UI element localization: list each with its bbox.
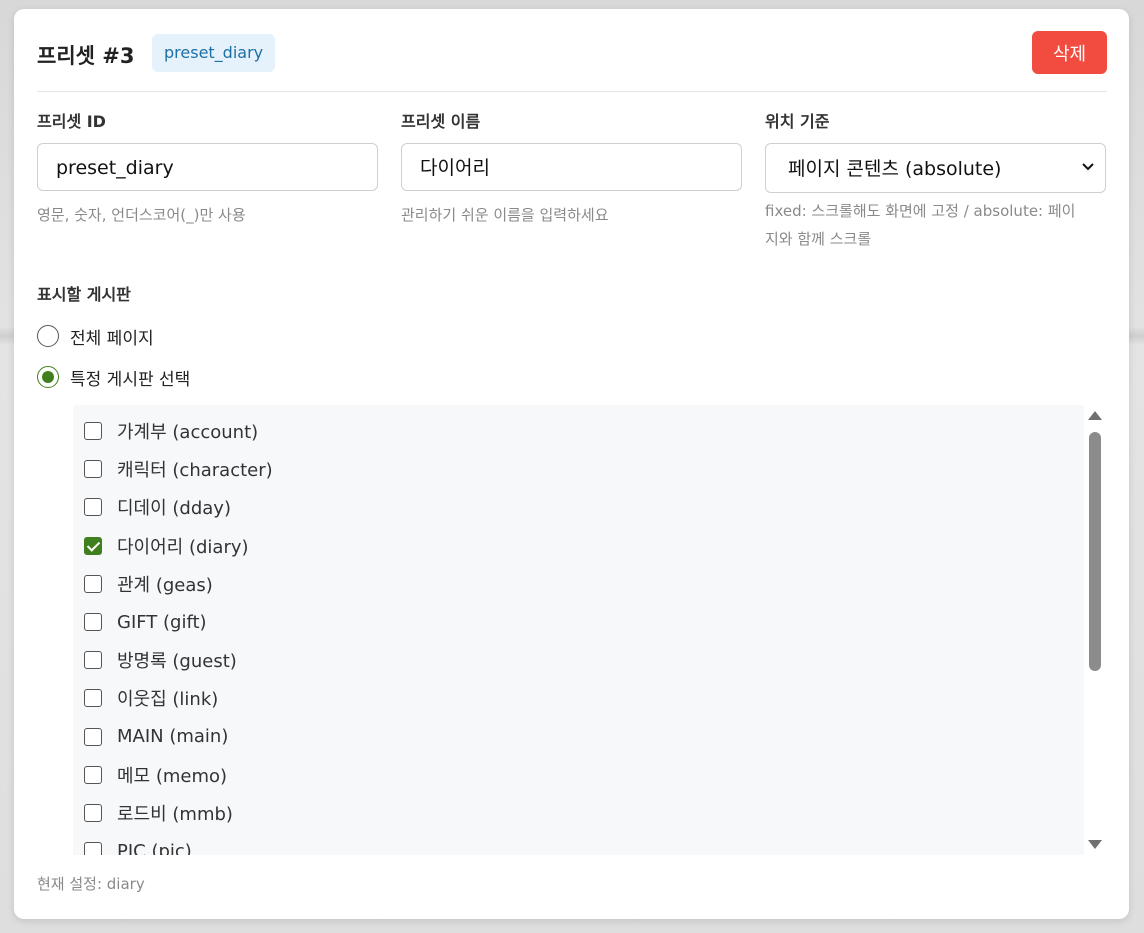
position-help-line2: 지와 함께 스크롤 xyxy=(765,230,872,248)
preset-id-input[interactable]: preset_diary xyxy=(37,143,378,191)
radio-all-pages-control[interactable] xyxy=(37,325,59,347)
board-checkbox[interactable] xyxy=(84,460,102,479)
preset-header: 프리셋 #3 preset_diary 삭제 xyxy=(37,31,1107,92)
scroll-down-arrow-icon[interactable] xyxy=(1088,840,1102,849)
preset-name-label: 프리셋 이름 xyxy=(401,112,481,131)
delete-button[interactable]: 삭제 xyxy=(1032,31,1107,74)
radio-specific-boards-label: 특정 게시판 선택 xyxy=(70,369,191,390)
board-label: 로드비 (mmb) xyxy=(117,804,233,825)
board-checkbox[interactable] xyxy=(84,498,102,517)
board-item[interactable]: 캐릭터 (character) xyxy=(84,456,273,482)
preset-name-help: 관리하기 쉬운 이름을 입력하세요 xyxy=(401,206,609,224)
board-label: 관계 (geas) xyxy=(117,574,213,596)
board-item[interactable]: MAIN (main) xyxy=(84,724,228,750)
board-checkbox[interactable] xyxy=(84,765,102,784)
chevron-down-icon xyxy=(1082,163,1094,171)
board-checkbox[interactable] xyxy=(84,804,102,822)
position-help: fixed: 스크롤해도 화면에 고정 / absolute: 페이 지와 함께… xyxy=(765,197,1106,253)
board-item[interactable]: 디데이 (dday) xyxy=(84,494,231,520)
board-label: GIFT (gift) xyxy=(117,611,207,633)
radio-all-pages[interactable]: 전체 페이지 xyxy=(37,323,154,349)
board-checkbox[interactable] xyxy=(84,574,102,593)
board-label: MAIN (main) xyxy=(117,726,229,748)
board-checkbox[interactable] xyxy=(84,727,102,746)
position-help-line1: fixed: 스크롤해도 화면에 고정 / absolute: 페이 xyxy=(765,202,1076,220)
position-select[interactable]: 페이지 콘텐츠 (absolute) xyxy=(765,143,1106,193)
preset-id-label: 프리셋 ID xyxy=(37,112,106,131)
preset-name-field: 프리셋 이름 다이어리 관리하기 쉬운 이름을 입력하세요 xyxy=(401,108,742,229)
board-item[interactable]: 이웃집 (link) xyxy=(84,685,218,711)
board-list-scrollbar[interactable] xyxy=(1085,405,1106,855)
preset-id-badge: preset_diary xyxy=(152,34,276,72)
board-item[interactable]: 다이어리 (diary) xyxy=(84,533,249,559)
board-checkbox-list[interactable]: 가계부 (account) 캐릭터 (character) 디데이 (dday) 다이… xyxy=(73,405,1084,855)
board-item[interactable]: 가계부 (account) xyxy=(84,418,258,444)
board-label: 가계부 (account) xyxy=(117,422,259,443)
board-checkbox[interactable] xyxy=(84,689,102,708)
board-label: 메모 (memo) xyxy=(117,765,228,787)
board-item[interactable]: 관계 (geas) xyxy=(84,571,213,597)
board-label: 다이어리 (diary) xyxy=(117,536,249,558)
radio-specific-boards-control[interactable] xyxy=(37,366,59,388)
preset-name-input[interactable]: 다이어리 xyxy=(401,143,742,191)
board-checkbox[interactable] xyxy=(84,651,102,670)
position-field: 위치 기준 페이지 콘텐츠 (absolute) fixed: 스크롤해도 화면… xyxy=(765,108,1106,253)
board-item[interactable]: 메모 (memo) xyxy=(84,762,227,788)
board-item[interactable]: PIC (pic) xyxy=(84,838,192,855)
board-label: 방명록 (guest) xyxy=(117,651,237,673)
board-item[interactable]: GIFT (gift) xyxy=(84,609,207,635)
boards-section-label: 표시할 게시판 xyxy=(37,285,131,304)
current-setting-text: 현재 설정: diary xyxy=(37,875,145,893)
radio-all-pages-label: 전체 페이지 xyxy=(70,328,154,349)
board-item[interactable]: 방명록 (guest) xyxy=(84,647,237,673)
board-checkbox[interactable] xyxy=(84,613,102,631)
board-label: 캐릭터 (character) xyxy=(117,460,273,482)
radio-specific-boards[interactable]: 특정 게시판 선택 xyxy=(37,364,190,390)
board-label: 이웃집 (link) xyxy=(117,689,219,711)
preset-title: 프리셋 #3 xyxy=(37,44,135,68)
preset-id-field: 프리셋 ID preset_diary 영문, 숫자, 언더스코어(_)만 사용 xyxy=(37,108,378,229)
position-label: 위치 기준 xyxy=(765,112,830,131)
preset-id-help: 영문, 숫자, 언더스코어(_)만 사용 xyxy=(37,206,246,224)
scrollbar-thumb[interactable] xyxy=(1089,432,1101,671)
board-label: PIC (pic) xyxy=(117,840,192,855)
board-checkbox[interactable] xyxy=(84,536,102,555)
board-checkbox[interactable] xyxy=(84,842,102,855)
board-label: 디데이 (dday) xyxy=(117,498,231,520)
board-item[interactable]: 로드비 (mmb) xyxy=(84,800,233,826)
board-checkbox[interactable] xyxy=(84,422,102,440)
scroll-up-arrow-icon[interactable] xyxy=(1088,411,1102,420)
position-selected-value: 페이지 콘텐츠 (absolute) xyxy=(788,158,1002,180)
